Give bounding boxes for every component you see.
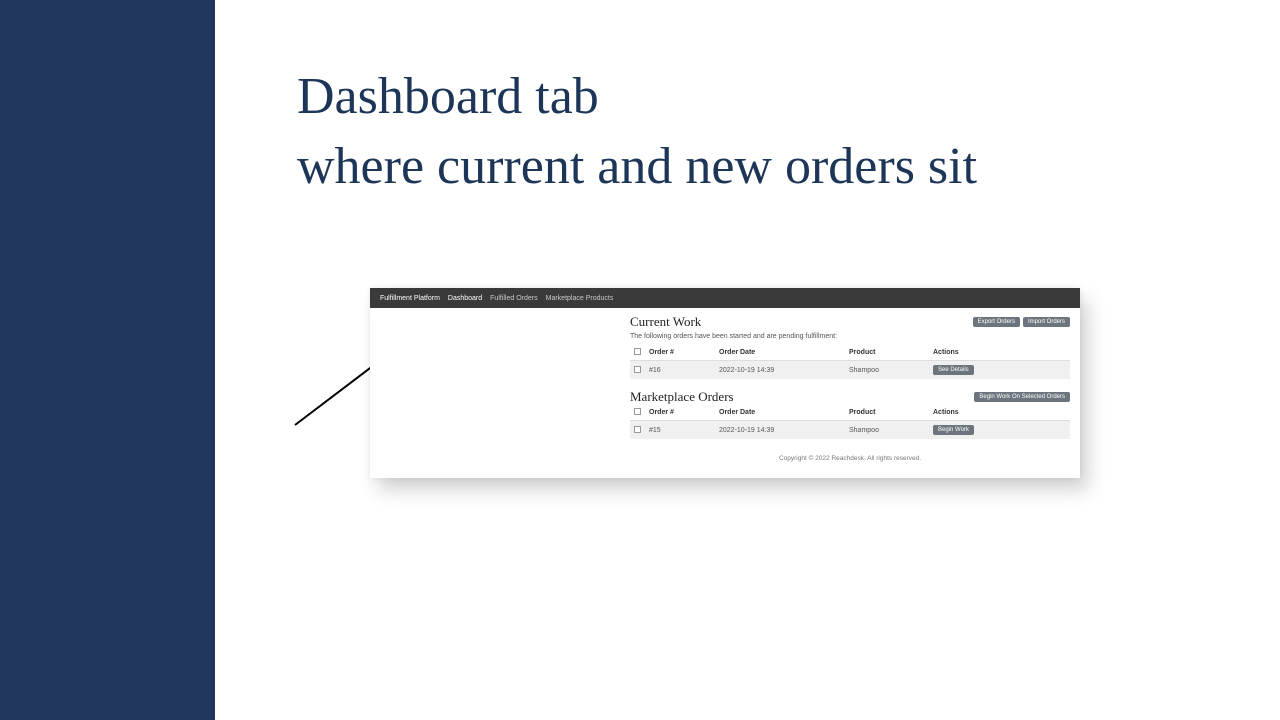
cell-order: #15 <box>645 421 715 440</box>
see-details-button[interactable]: See Details <box>933 365 974 375</box>
marketplace-orders-title: Marketplace Orders <box>630 389 734 405</box>
nav-brand: Fulfillment Platform <box>380 295 440 302</box>
col-actions: Actions <box>929 405 1070 421</box>
select-all-checkbox[interactable] <box>634 348 641 355</box>
table-row: #16 2022-10-19 14:39 Shampoo See Details <box>630 361 1070 380</box>
cell-date: 2022-10-19 14:39 <box>715 361 845 380</box>
col-date: Order Date <box>715 345 845 361</box>
slide-title: Dashboard tab where current and new orde… <box>297 62 977 202</box>
nav-link-marketplace-products[interactable]: Marketplace Products <box>546 295 614 302</box>
nav-link-fulfilled-orders[interactable]: Fulfilled Orders <box>490 295 537 302</box>
current-work-subtitle: The following orders have been started a… <box>630 333 1070 340</box>
col-date: Order Date <box>715 405 845 421</box>
cell-product: Shampoo <box>845 361 929 380</box>
current-work-title: Current Work <box>630 314 701 330</box>
col-product: Product <box>845 405 929 421</box>
footer-copyright: Copyright © 2022 Reachdesk. All rights r… <box>630 449 1070 470</box>
col-order: Order # <box>645 345 715 361</box>
export-orders-button[interactable]: Export Orders <box>973 317 1020 327</box>
current-work-table: Order # Order Date Product Actions #16 2… <box>630 345 1070 379</box>
nav-link-dashboard[interactable]: Dashboard <box>448 295 482 302</box>
cell-date: 2022-10-19 14:39 <box>715 421 845 440</box>
table-header-row: Order # Order Date Product Actions <box>630 345 1070 361</box>
marketplace-orders-table: Order # Order Date Product Actions #15 2… <box>630 405 1070 439</box>
cell-order: #16 <box>645 361 715 380</box>
slide: Dashboard tab where current and new orde… <box>0 0 1280 720</box>
col-product: Product <box>845 345 929 361</box>
app-screenshot: Fulfillment Platform Dashboard Fulfilled… <box>370 288 1080 478</box>
row-checkbox[interactable] <box>634 366 641 373</box>
select-all-checkbox[interactable] <box>634 408 641 415</box>
cell-product: Shampoo <box>845 421 929 440</box>
table-header-row: Order # Order Date Product Actions <box>630 405 1070 421</box>
table-row: #15 2022-10-19 14:39 Shampoo Begin Work <box>630 421 1070 440</box>
current-work-section: Current Work Export Orders Import Orders… <box>630 314 1070 379</box>
import-orders-button[interactable]: Import Orders <box>1023 317 1070 327</box>
col-order: Order # <box>645 405 715 421</box>
app-body: Current Work Export Orders Import Orders… <box>370 308 1080 478</box>
title-line-1: Dashboard tab <box>297 68 599 125</box>
marketplace-orders-section: Marketplace Orders Begin Work On Selecte… <box>630 389 1070 439</box>
col-actions: Actions <box>929 345 1070 361</box>
begin-work-selected-button[interactable]: Begin Work On Selected Orders <box>974 392 1070 402</box>
top-nav: Fulfillment Platform Dashboard Fulfilled… <box>370 288 1080 308</box>
title-line-2: where current and new orders sit <box>297 138 977 195</box>
begin-work-button[interactable]: Begin Work <box>933 425 974 435</box>
left-accent-band <box>0 0 215 720</box>
row-checkbox[interactable] <box>634 426 641 433</box>
